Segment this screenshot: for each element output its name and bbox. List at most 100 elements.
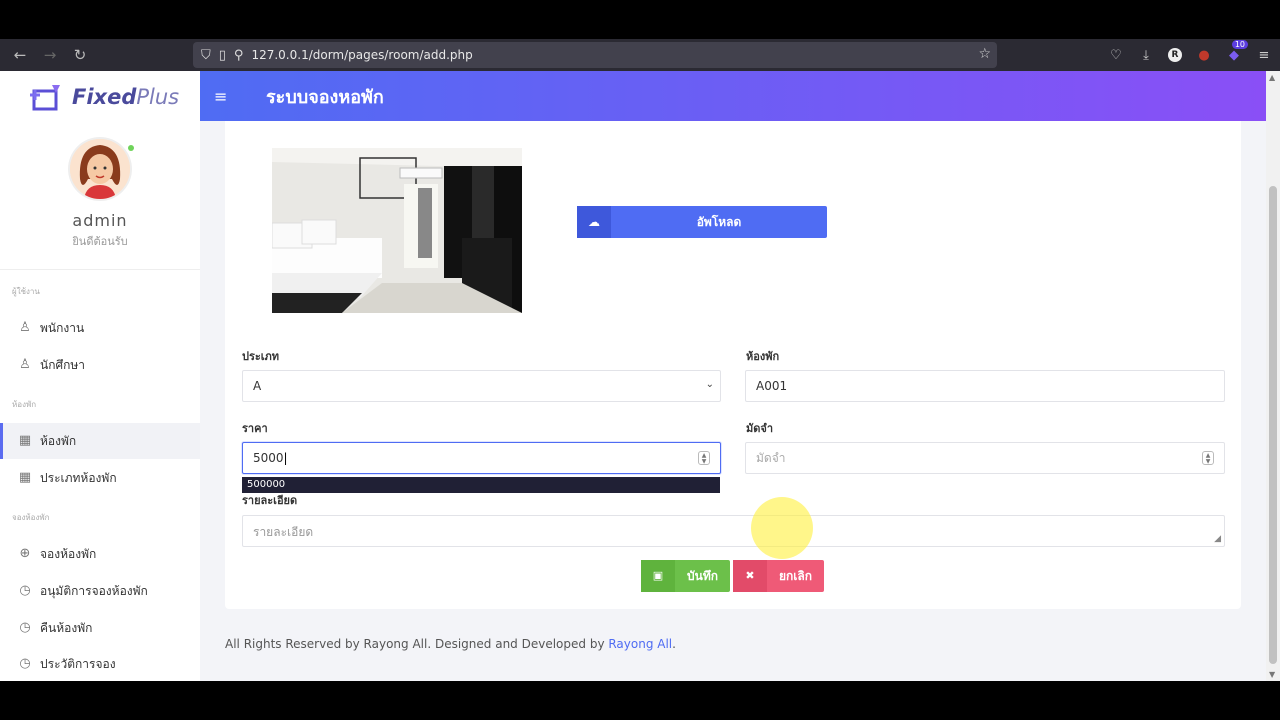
sidebar-item-label: คืนห้องพัก [40, 620, 93, 635]
divider [0, 269, 200, 270]
footer-end: . [672, 637, 676, 651]
footer-text: All Rights Reserved by Rayong All. Desig… [225, 637, 609, 651]
logo-text: FixedPlus [72, 85, 180, 109]
logo-mark-icon [30, 85, 60, 111]
bookmark-star-icon[interactable]: ☆ [978, 46, 991, 62]
chevron-down-icon: ⌄ [705, 379, 714, 390]
avatar-image [70, 139, 130, 199]
cursor-highlight [751, 497, 813, 559]
sidebar-item-book-room[interactable]: ⊕ จองห้องพัก [0, 536, 200, 572]
grid-icon: ▦ [18, 470, 32, 485]
room-form-card: ☁ อัพโหลด ประเภท A ⌄ ห้องพัก A001 ราคา 5… [225, 121, 1241, 609]
autocomplete-suggestion[interactable]: 500000 [242, 477, 720, 493]
user-icon: ♙ [19, 320, 31, 335]
number-spinner-icon[interactable]: ▲ ▼ [1202, 451, 1214, 465]
sidebar-item-label: ประเภทห้องพัก [40, 470, 117, 485]
download-icon[interactable]: ⤓ [1138, 48, 1154, 63]
sidebar-item-return-room[interactable]: ◷ คืนห้องพัก [0, 610, 200, 646]
scrollbar-thumb[interactable] [1269, 186, 1277, 664]
upload-label: อัพโหลด [696, 214, 742, 229]
room-input-value: A001 [756, 379, 788, 393]
notification-count: 10 [1231, 39, 1248, 49]
room-photo-image [272, 148, 522, 313]
page-icon: ▯ [218, 47, 226, 63]
upload-button[interactable]: ☁ อัพโหลด [577, 206, 827, 238]
forward-icon[interactable]: → [35, 46, 65, 64]
online-status-dot [128, 145, 134, 151]
floppy-disk-icon: ▣ [641, 560, 675, 592]
sidebar-item-label: นักศึกษา [40, 357, 85, 372]
detail-textarea[interactable]: รายละเอียด ◢ [242, 515, 1225, 547]
avatar[interactable] [70, 139, 130, 199]
save-button[interactable]: ▣ บันทึก [641, 560, 730, 592]
menu-icon[interactable]: ≡ [1256, 48, 1272, 63]
scroll-down-icon[interactable]: ▼ [1269, 670, 1275, 679]
sidebar-item-booking-history[interactable]: ◷ ประวัติการจอง [0, 646, 200, 681]
cancel-label: ยกเลิก [778, 568, 813, 583]
url-text: 127.0.0.1/dorm/pages/room/add.php [251, 48, 473, 62]
profile-subtitle: ยินดีต้อนรับ [72, 235, 128, 248]
deposit-input[interactable]: มัดจำ ▲ ▼ [745, 442, 1225, 474]
price-input[interactable]: 5000 | ▲ ▼ [242, 442, 721, 474]
cloud-upload-icon: ☁ [577, 206, 611, 238]
top-letterbox [0, 0, 1280, 39]
room-label: ห้องพัก [746, 350, 780, 363]
section-booking: จองห้องพัก [12, 513, 50, 522]
url-bar[interactable]: ⛉ ▯ ⚲ 127.0.0.1/dorm/pages/room/add.php … [193, 42, 997, 68]
connection-icon: ⚲ [233, 47, 244, 63]
sidebar-item-label: พนักงาน [40, 320, 85, 335]
app: FixedPlus admin ยินดีต้อนรับ ผู้ใช้งาน ♙… [0, 71, 1280, 681]
page-scrollbar[interactable]: ▲ ▼ [1266, 71, 1280, 681]
scroll-up-icon[interactable]: ▲ [1269, 73, 1275, 82]
resize-grip-icon[interactable]: ◢ [1214, 534, 1221, 544]
pocket-icon[interactable]: ♡ [1108, 48, 1124, 63]
section-rooms: ห้องพัก [12, 400, 37, 409]
sidebar-item-rooms[interactable]: ▦ ห้องพัก [0, 423, 200, 459]
footer-link[interactable]: Rayong All [608, 637, 672, 651]
profile: admin ยินดีต้อนรับ [0, 139, 200, 250]
type-select[interactable]: A ⌄ [242, 370, 721, 402]
type-select-value: A [253, 379, 262, 393]
footer: All Rights Reserved by Rayong All. Desig… [225, 637, 676, 651]
section-users: ผู้ใช้งาน [12, 287, 40, 296]
type-label: ประเภท [242, 350, 280, 363]
cancel-button[interactable]: ✖ ยกเลิก [733, 560, 824, 592]
room-photo [272, 148, 522, 313]
browser-toolbar: ← → ↻ ⛉ ▯ ⚲ 127.0.0.1/dorm/pages/room/ad… [0, 39, 1280, 71]
price-label: ราคา [242, 422, 268, 435]
clock-icon: ◷ [19, 656, 31, 671]
price-input-value: 5000 [253, 451, 284, 465]
text-caret: | [283, 451, 288, 465]
sidebar-item-label: ห้องพัก [40, 433, 77, 448]
grid-icon: ▦ [18, 433, 32, 448]
close-icon: ✖ [733, 560, 767, 592]
bottom-letterbox [0, 681, 1280, 720]
extension-badge-icon[interactable]: ◆ 10 [1226, 39, 1248, 63]
extension-icon[interactable]: ● [1196, 48, 1212, 63]
sidebar: FixedPlus admin ยินดีต้อนรับ ผู้ใช้งาน ♙… [0, 71, 200, 681]
top-header: ≡ ระบบจองหอพัก [200, 71, 1266, 121]
sidebar-item-label: ประวัติการจอง [40, 656, 116, 671]
deposit-label: มัดจำ [746, 422, 774, 435]
clock-icon: ◷ [19, 620, 31, 635]
sidebar-item-label: อนุมัติการจองห้องพัก [40, 583, 148, 598]
number-spinner-icon[interactable]: ▲ ▼ [698, 451, 710, 465]
page-title: ระบบจองหอพัก [266, 86, 384, 108]
account-avatar[interactable]: R [1168, 48, 1182, 62]
clock-icon: ◷ [19, 583, 31, 598]
detail-label: รายละเอียด [242, 494, 298, 507]
room-input[interactable]: A001 [745, 370, 1225, 402]
reload-icon[interactable]: ↻ [65, 46, 95, 64]
logo[interactable]: FixedPlus [30, 83, 179, 111]
deposit-placeholder: มัดจำ [756, 450, 786, 465]
sidebar-item-label: จองห้องพัก [40, 546, 97, 561]
sidebar-item-approve-booking[interactable]: ◷ อนุมัติการจองห้องพัก [0, 573, 200, 609]
profile-name: admin [72, 211, 128, 230]
detail-placeholder: รายละเอียด [253, 525, 314, 539]
user-icon: ♙ [19, 357, 31, 372]
sidebar-item-staff[interactable]: ♙ พนักงาน [0, 310, 200, 346]
sidebar-item-students[interactable]: ♙ นักศึกษา [0, 347, 200, 383]
back-icon[interactable]: ← [5, 46, 35, 64]
sidebar-item-room-types[interactable]: ▦ ประเภทห้องพัก [0, 460, 200, 496]
hamburger-menu-icon[interactable]: ≡ [214, 87, 230, 106]
